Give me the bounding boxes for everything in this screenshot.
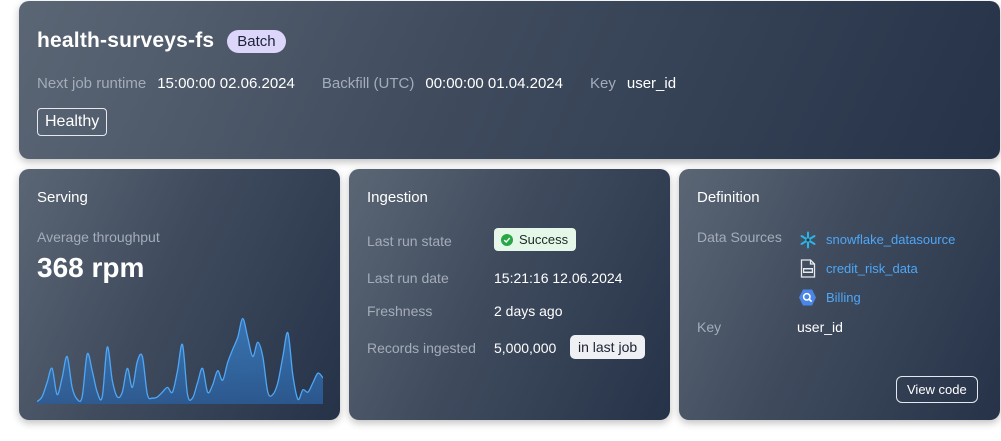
source-link-bigquery[interactable]: Billing bbox=[798, 288, 861, 307]
serving-title: Serving bbox=[37, 189, 88, 206]
csv-file-icon bbox=[798, 259, 817, 278]
ingestion-card: Ingestion Last run state Success Last ru… bbox=[349, 169, 670, 420]
average-throughput-label: Average throughput bbox=[37, 229, 160, 245]
feature-set-header-card: health-surveys-fs Batch Next job runtime… bbox=[19, 1, 1000, 159]
key-label: Key bbox=[590, 75, 616, 92]
success-status-badge: Success bbox=[494, 228, 577, 251]
definition-card: Definition Data Sources snowflake_dataso… bbox=[679, 169, 1000, 420]
snowflake-icon bbox=[798, 230, 817, 249]
last-run-date-label: Last run date bbox=[367, 270, 449, 286]
ingestion-title: Ingestion bbox=[367, 189, 428, 206]
throughput-area bbox=[37, 318, 323, 404]
data-sources-label: Data Sources bbox=[697, 229, 782, 245]
feature-set-title: health-surveys-fs bbox=[37, 29, 215, 52]
last-run-date-value: 15:21:16 12.06.2024 bbox=[494, 270, 623, 286]
in-last-job-badge: in last job bbox=[570, 335, 646, 359]
check-circle-icon bbox=[501, 233, 513, 246]
batch-badge: Batch bbox=[227, 29, 286, 53]
throughput-chart bbox=[37, 317, 323, 404]
serving-card: Serving Average throughput 368 rpm bbox=[19, 169, 340, 420]
title-row: health-surveys-fs Batch bbox=[37, 29, 286, 53]
records-ingested-value: 5,000,000 bbox=[494, 340, 557, 356]
next-job-runtime-label: Next job runtime bbox=[37, 75, 147, 92]
freshness-value: 2 days ago bbox=[494, 303, 563, 319]
source-link-csv[interactable]: credit_risk_data bbox=[798, 259, 918, 278]
definition-title: Definition bbox=[697, 189, 760, 206]
view-code-button[interactable]: View code bbox=[896, 376, 978, 403]
records-ingested-label: Records ingested bbox=[367, 340, 476, 356]
backfill-label: Backfill (UTC) bbox=[321, 75, 415, 92]
source-name-csv: credit_risk_data bbox=[826, 261, 918, 276]
backfill-value: 00:00:00 01.04.2024 bbox=[425, 75, 563, 92]
bigquery-icon bbox=[798, 288, 817, 307]
definition-key-label: Key bbox=[697, 319, 722, 335]
key-value: user_id bbox=[626, 75, 677, 92]
average-throughput-value: 368 rpm bbox=[37, 252, 145, 283]
success-status-text: Success bbox=[519, 232, 569, 247]
next-job-runtime-value: 15:00:00 02.06.2024 bbox=[157, 75, 295, 92]
job-meta-row: Next job runtime 15:00:00 02.06.2024 Bac… bbox=[37, 75, 703, 92]
health-status-badge: Healthy bbox=[37, 108, 108, 136]
source-link-snowflake[interactable]: snowflake_datasource bbox=[798, 230, 955, 249]
freshness-label: Freshness bbox=[367, 303, 433, 319]
last-run-state-label: Last run state bbox=[367, 233, 452, 249]
source-name-snowflake: snowflake_datasource bbox=[826, 232, 956, 247]
source-name-billing: Billing bbox=[826, 290, 861, 305]
definition-key-value: user_id bbox=[797, 319, 843, 335]
